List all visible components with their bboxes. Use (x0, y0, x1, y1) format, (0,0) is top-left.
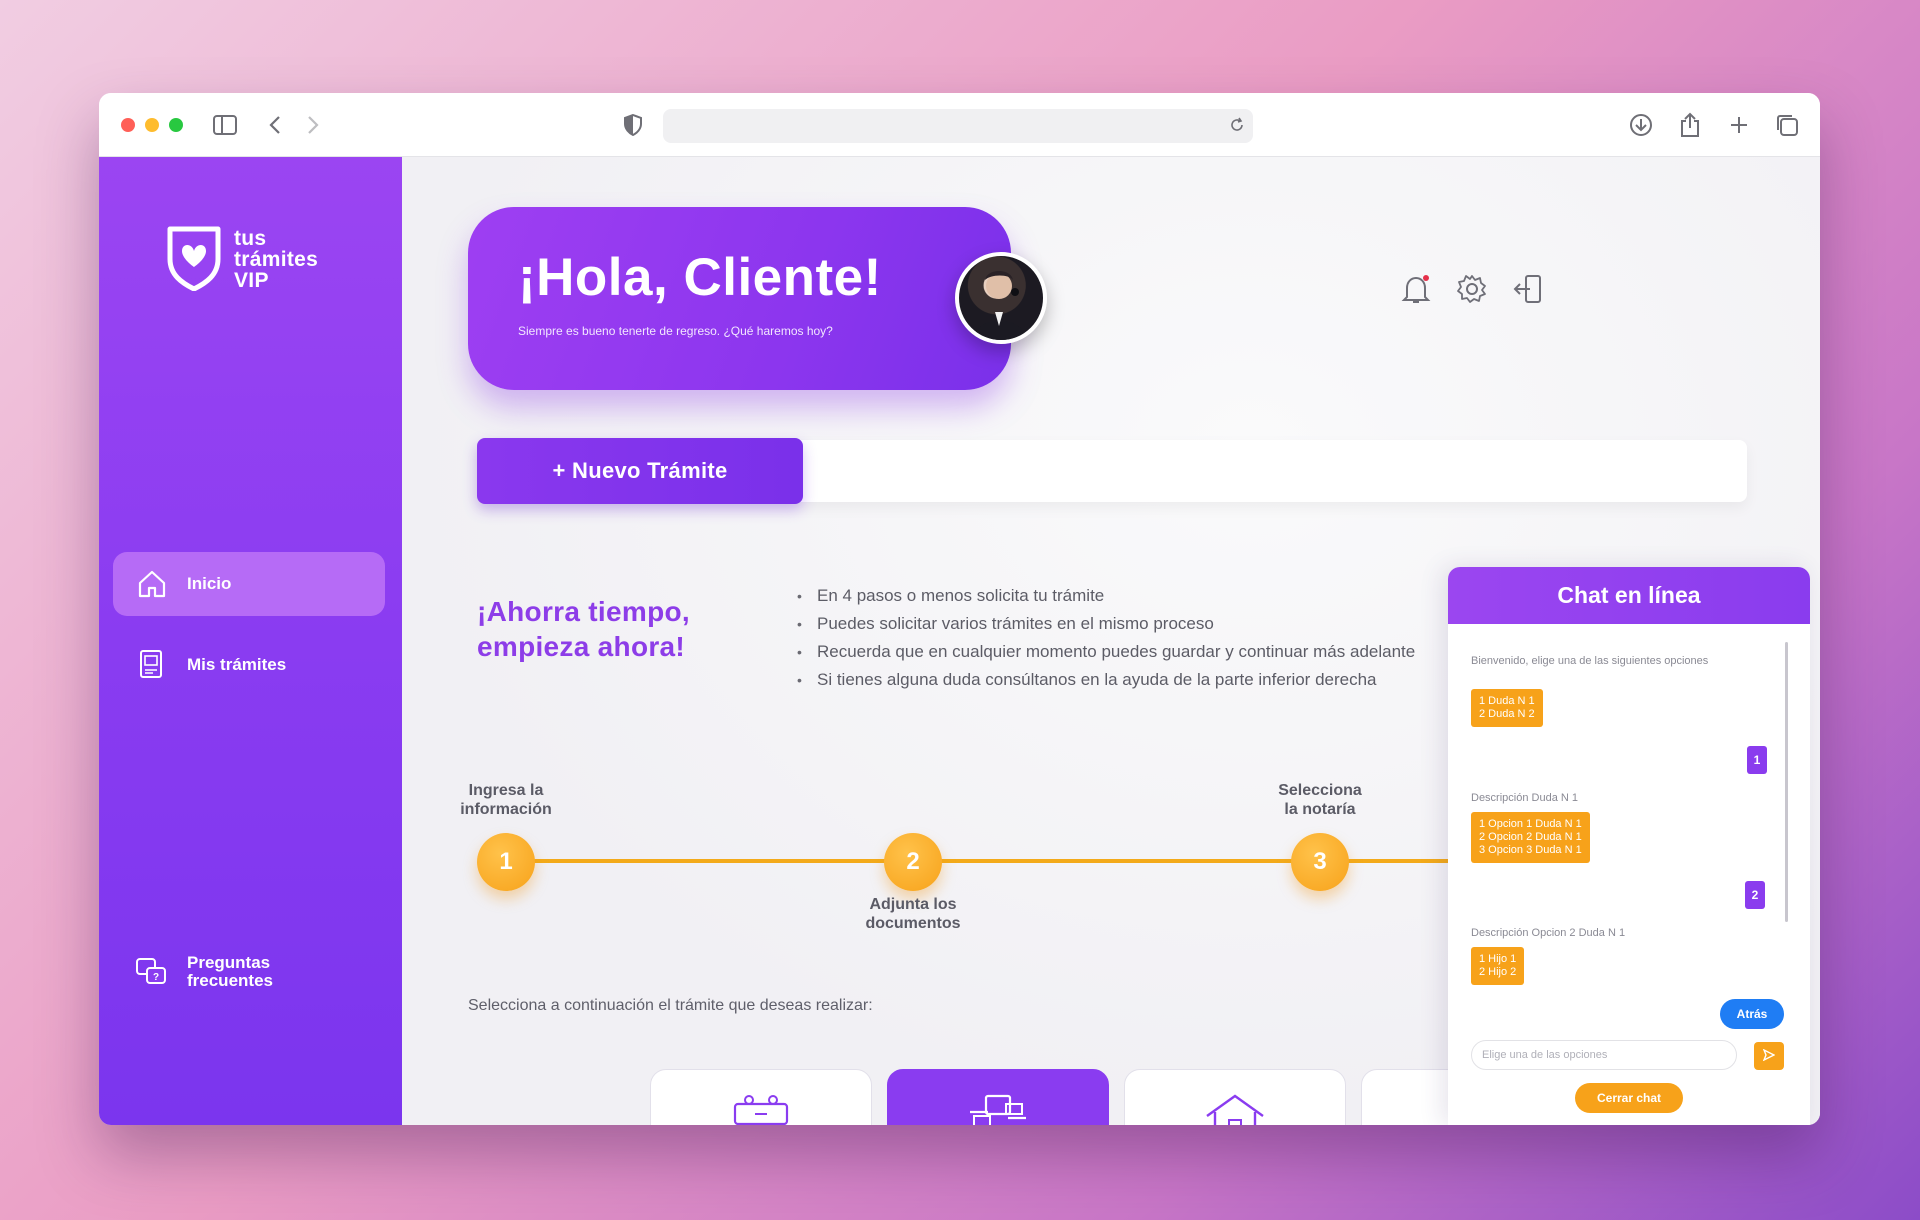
chat-user-reply-1: 1 (1747, 746, 1767, 774)
welcome-banner: ¡Hola, Cliente! Siempre es bueno tenerte… (468, 207, 1011, 390)
chat-description-1: Descripción Duda N 1 (1471, 792, 1578, 804)
logout-icon[interactable] (1510, 271, 1546, 307)
download-icon[interactable] (1628, 112, 1654, 138)
tabs-overview-icon[interactable] (1774, 112, 1800, 138)
greeting-subtitle: Siempre es bueno tenerte de regreso. ¿Qu… (518, 324, 833, 338)
steps-progress-line (512, 859, 1562, 863)
close-chat-button[interactable]: Cerrar chat (1575, 1083, 1683, 1113)
greeting-title: ¡Hola, Cliente! (518, 248, 882, 307)
chat-panel: Chat en línea Bienvenido, elige una de l… (1448, 567, 1810, 1125)
select-prompt: Selecciona a continuación el trámite que… (468, 997, 873, 1014)
new-tramite-button[interactable]: + Nuevo Trámite (477, 438, 803, 504)
chat-description-2: Descripción Opcion 2 Duda N 1 (1471, 927, 1626, 939)
faq-icon: ? (135, 955, 169, 989)
chat-options-3[interactable]: 1 Hijo 1 2 Hijo 2 (1471, 947, 1525, 985)
share-icon[interactable] (1677, 112, 1703, 138)
chat-scrollbar[interactable] (1785, 642, 1788, 922)
forward-icon[interactable] (300, 112, 326, 138)
house-icon (1203, 1092, 1267, 1125)
step-3-circle: 3 (1291, 833, 1349, 891)
chat-welcome: Bienvenido, elige una de las siguientes … (1471, 655, 1709, 667)
step-1-label: Ingresa la información (460, 782, 552, 818)
reload-icon[interactable] (1229, 117, 1245, 138)
bell-icon[interactable] (1398, 271, 1434, 307)
brand-name: tus trámites VIP (234, 227, 319, 292)
sidebar-item-label: Preguntas frecuentes (187, 953, 273, 990)
brand-logo[interactable]: tus trámites VIP (164, 223, 318, 296)
avatar[interactable] (955, 252, 1047, 344)
tramite-card-1[interactable] (650, 1069, 872, 1125)
new-tab-icon[interactable] (1726, 112, 1752, 138)
list-item: Recuerda que en cualquier momento puedes… (797, 638, 1557, 666)
tramite-card-3[interactable] (1124, 1069, 1346, 1125)
step-1-circle: 1 (477, 833, 535, 891)
chat-user-reply-2: 2 (1745, 881, 1765, 909)
send-icon (1762, 1048, 1776, 1064)
tramite-card-2[interactable] (887, 1069, 1109, 1125)
gear-icon[interactable] (1454, 271, 1490, 307)
sidebar-toggle-icon[interactable] (212, 112, 238, 138)
chat-input[interactable]: Elige una de las opciones (1471, 1040, 1737, 1070)
chat-options-2[interactable]: 1 Opcion 1 Duda N 1 2 Opcion 2 Duda N 1 … (1471, 812, 1590, 863)
list-item: En 4 pasos o menos solicita tu trámite (797, 582, 1557, 610)
shield-icon[interactable] (620, 112, 646, 138)
home-icon (135, 567, 169, 601)
svg-text:?: ? (153, 972, 159, 983)
tips-list: En 4 pasos o menos solicita tu trámite P… (797, 582, 1557, 694)
zoom-window-button[interactable] (169, 118, 183, 132)
browser-window: tus trámites VIP Inicio Mis trámites ? P… (99, 93, 1820, 1125)
back-icon[interactable] (262, 112, 288, 138)
heart-shield-icon (164, 223, 224, 296)
chat-title: Chat en línea (1448, 567, 1810, 624)
sidebar-item-label: Mis trámites (187, 655, 287, 674)
list-item: Si tienes alguna duda consúltanos en la … (797, 666, 1557, 694)
tagline: ¡Ahorra tiempo, empieza ahora! (477, 596, 690, 662)
transfer-icon (966, 1092, 1030, 1125)
sidebar-item-label: Inicio (187, 574, 232, 593)
sidebar-item-inicio[interactable]: Inicio (113, 552, 385, 616)
documents-icon (135, 648, 169, 682)
chat-back-button[interactable]: Atrás (1720, 999, 1784, 1029)
browser-titlebar (99, 93, 1820, 157)
minimize-window-button[interactable] (145, 118, 159, 132)
address-bar[interactable] (663, 109, 1253, 143)
sidebar: tus trámites VIP Inicio Mis trámites ? P… (99, 157, 402, 1125)
chat-send-button[interactable] (1754, 1042, 1784, 1070)
close-window-button[interactable] (121, 118, 135, 132)
family-icon (731, 1092, 791, 1125)
step-2-label: Adjunta los documentos (865, 896, 961, 932)
step-3-label: Selecciona la notaría (1278, 782, 1362, 818)
step-2-circle: 2 (884, 833, 942, 891)
sidebar-item-mis-tramites[interactable]: Mis trámites (113, 633, 385, 697)
chat-options-1[interactable]: 1 Duda N 1 2 Duda N 2 (1471, 689, 1543, 727)
sidebar-item-faq[interactable]: ? Preguntas frecuentes (113, 937, 385, 1007)
list-item: Puedes solicitar varios trámites en el m… (797, 610, 1557, 638)
